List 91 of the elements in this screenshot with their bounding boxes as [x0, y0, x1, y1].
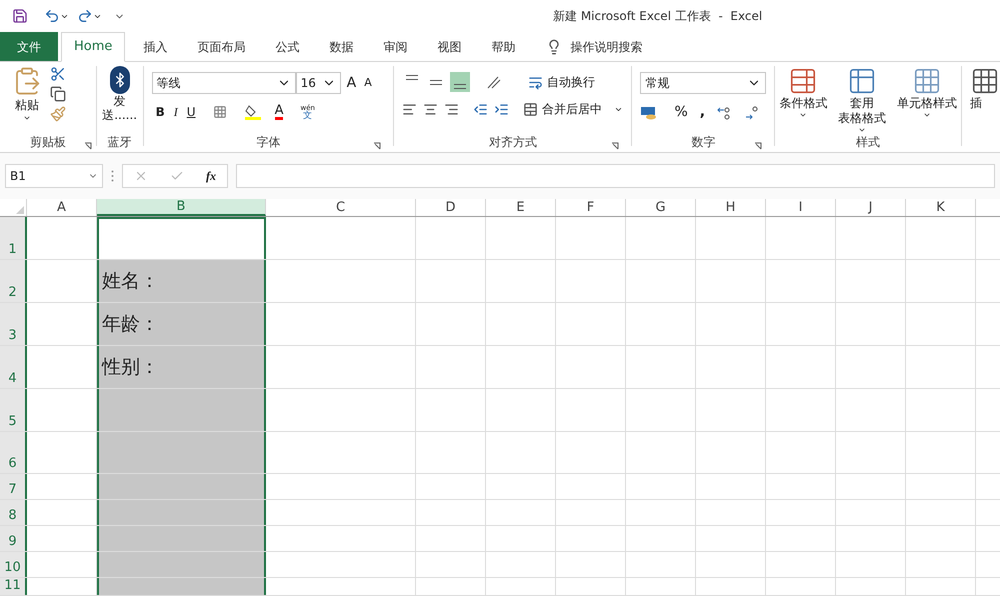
wrap-text-button[interactable]: 自动换行 — [528, 73, 596, 91]
align-right-icon[interactable] — [444, 102, 460, 116]
align-left-icon[interactable] — [402, 102, 418, 116]
vertical-align-button[interactable] — [450, 72, 470, 92]
caret-icon — [858, 126, 866, 134]
save-icon[interactable] — [12, 8, 28, 24]
row-header[interactable]: 8 — [0, 500, 27, 525]
row-header[interactable]: 1 — [0, 217, 27, 259]
paste-button[interactable]: 粘贴 — [12, 66, 42, 122]
row-header[interactable]: 11 — [0, 578, 27, 595]
row-header[interactable]: 6 — [0, 432, 27, 473]
bold-button[interactable]: B — [156, 103, 165, 121]
ribbon-tab[interactable]: 页面布局 — [185, 32, 258, 61]
caret-icon — [23, 114, 31, 122]
percent-button[interactable]: % — [674, 102, 688, 123]
column-header[interactable]: J — [836, 199, 906, 216]
column-header[interactable]: D — [416, 199, 486, 216]
ribbon-tab[interactable]: 帮助 — [479, 32, 528, 61]
style-gallery-button[interactable]: 单元格样式 — [897, 66, 957, 134]
decrease-indent-icon[interactable] — [473, 102, 488, 116]
align-lines-icon — [405, 75, 420, 80]
window-title: 新建 Microsoft Excel 工作表 - Excel — [553, 8, 762, 25]
group-label: 蓝牙 — [108, 136, 132, 148]
redo-icon[interactable] — [77, 8, 93, 24]
grid-icon — [970, 66, 1000, 96]
group-label: 样式 — [856, 136, 880, 148]
row-header[interactable]: 7 — [0, 474, 27, 499]
row-header[interactable]: 3 — [0, 303, 27, 345]
shrink-font-button[interactable]: A — [362, 74, 374, 92]
file-tab[interactable]: 文件 — [0, 32, 58, 61]
tell-me-field[interactable]: 操作说明搜索 — [570, 38, 690, 56]
group-label: 剪贴板 — [30, 136, 66, 148]
grid-icon — [912, 66, 942, 96]
undo-icon[interactable] — [44, 8, 60, 24]
column-header[interactable]: E — [486, 199, 556, 216]
name-box[interactable]: B1 — [5, 164, 103, 188]
row-header[interactable]: 9 — [0, 526, 27, 551]
italic-button[interactable]: I — [174, 103, 178, 121]
row-header[interactable]: 2 — [0, 260, 27, 302]
cut-icon[interactable] — [50, 66, 66, 82]
dialog-launcher-icon[interactable] — [84, 142, 92, 150]
ribbon-tab[interactable]: 插入 — [131, 32, 180, 61]
number-format-field[interactable]: 常规 — [640, 72, 766, 94]
ribbon-tab[interactable]: 审阅 — [371, 32, 420, 61]
table-cell: 年龄： — [97, 303, 266, 345]
style-gallery-button[interactable]: 套用 表格格式 — [838, 66, 886, 134]
copy-icon[interactable] — [50, 86, 66, 102]
comma-button[interactable]: , — [700, 102, 706, 123]
grow-font-button[interactable]: A — [344, 72, 358, 94]
align-lines-icon — [429, 80, 444, 84]
caret-icon — [799, 111, 808, 119]
column-header[interactable]: B — [97, 199, 266, 216]
formula-field[interactable] — [236, 164, 995, 188]
dialog-launcher-icon[interactable] — [373, 142, 382, 150]
underline-button[interactable]: U — [186, 103, 196, 121]
ribbon-tab[interactable]: 视图 — [425, 32, 474, 61]
insert-function-button[interactable]: fx — [206, 167, 216, 185]
table-cell: 姓名： — [97, 260, 266, 302]
ribbon-tab[interactable]: 数据 — [317, 32, 366, 61]
row-header[interactable]: 5 — [0, 389, 27, 431]
fill-color-icon[interactable] — [244, 104, 262, 120]
ribbon-tab[interactable]: Home — [61, 32, 126, 62]
dialog-launcher-icon[interactable] — [754, 142, 762, 150]
group-label: 字体 — [256, 136, 280, 148]
more-icon — [111, 170, 114, 182]
column-header[interactable]: F — [556, 199, 626, 216]
font-name-field[interactable]: 等线 — [152, 72, 296, 94]
font-size-field[interactable]: 16 — [296, 72, 341, 94]
increase-indent-icon[interactable] — [494, 102, 510, 116]
column-header[interactable]: K — [906, 199, 976, 216]
group-label: 对齐方式 — [488, 136, 537, 148]
row-header[interactable]: 10 — [0, 552, 27, 577]
column-header[interactable]: C — [266, 199, 416, 216]
wrap-text-icon — [528, 74, 544, 90]
column-header[interactable]: I — [766, 199, 836, 216]
column-header[interactable]: H — [696, 199, 766, 216]
font-color-button[interactable]: A — [274, 104, 284, 120]
group-label: 数字 — [691, 136, 716, 148]
caret-icon — [923, 111, 931, 119]
merge-center-button[interactable]: 合并后居中 — [523, 100, 624, 118]
row-header[interactable]: 4 — [0, 346, 27, 388]
style-gallery-button[interactable]: 条件格式 — [779, 66, 828, 134]
ribbon-tab[interactable]: 公式 — [263, 32, 312, 61]
dialog-launcher-icon[interactable] — [611, 142, 620, 150]
align-lines-icon — [453, 84, 468, 89]
bluetooth-send-button[interactable]: 发 送...... — [102, 66, 138, 122]
column-header[interactable]: G — [626, 199, 696, 216]
align-center-icon[interactable] — [423, 102, 438, 116]
table-cell: 性别： — [97, 346, 266, 388]
insert-cells-button[interactable]: 插 — [970, 66, 1000, 111]
borders-icon[interactable] — [212, 105, 227, 119]
